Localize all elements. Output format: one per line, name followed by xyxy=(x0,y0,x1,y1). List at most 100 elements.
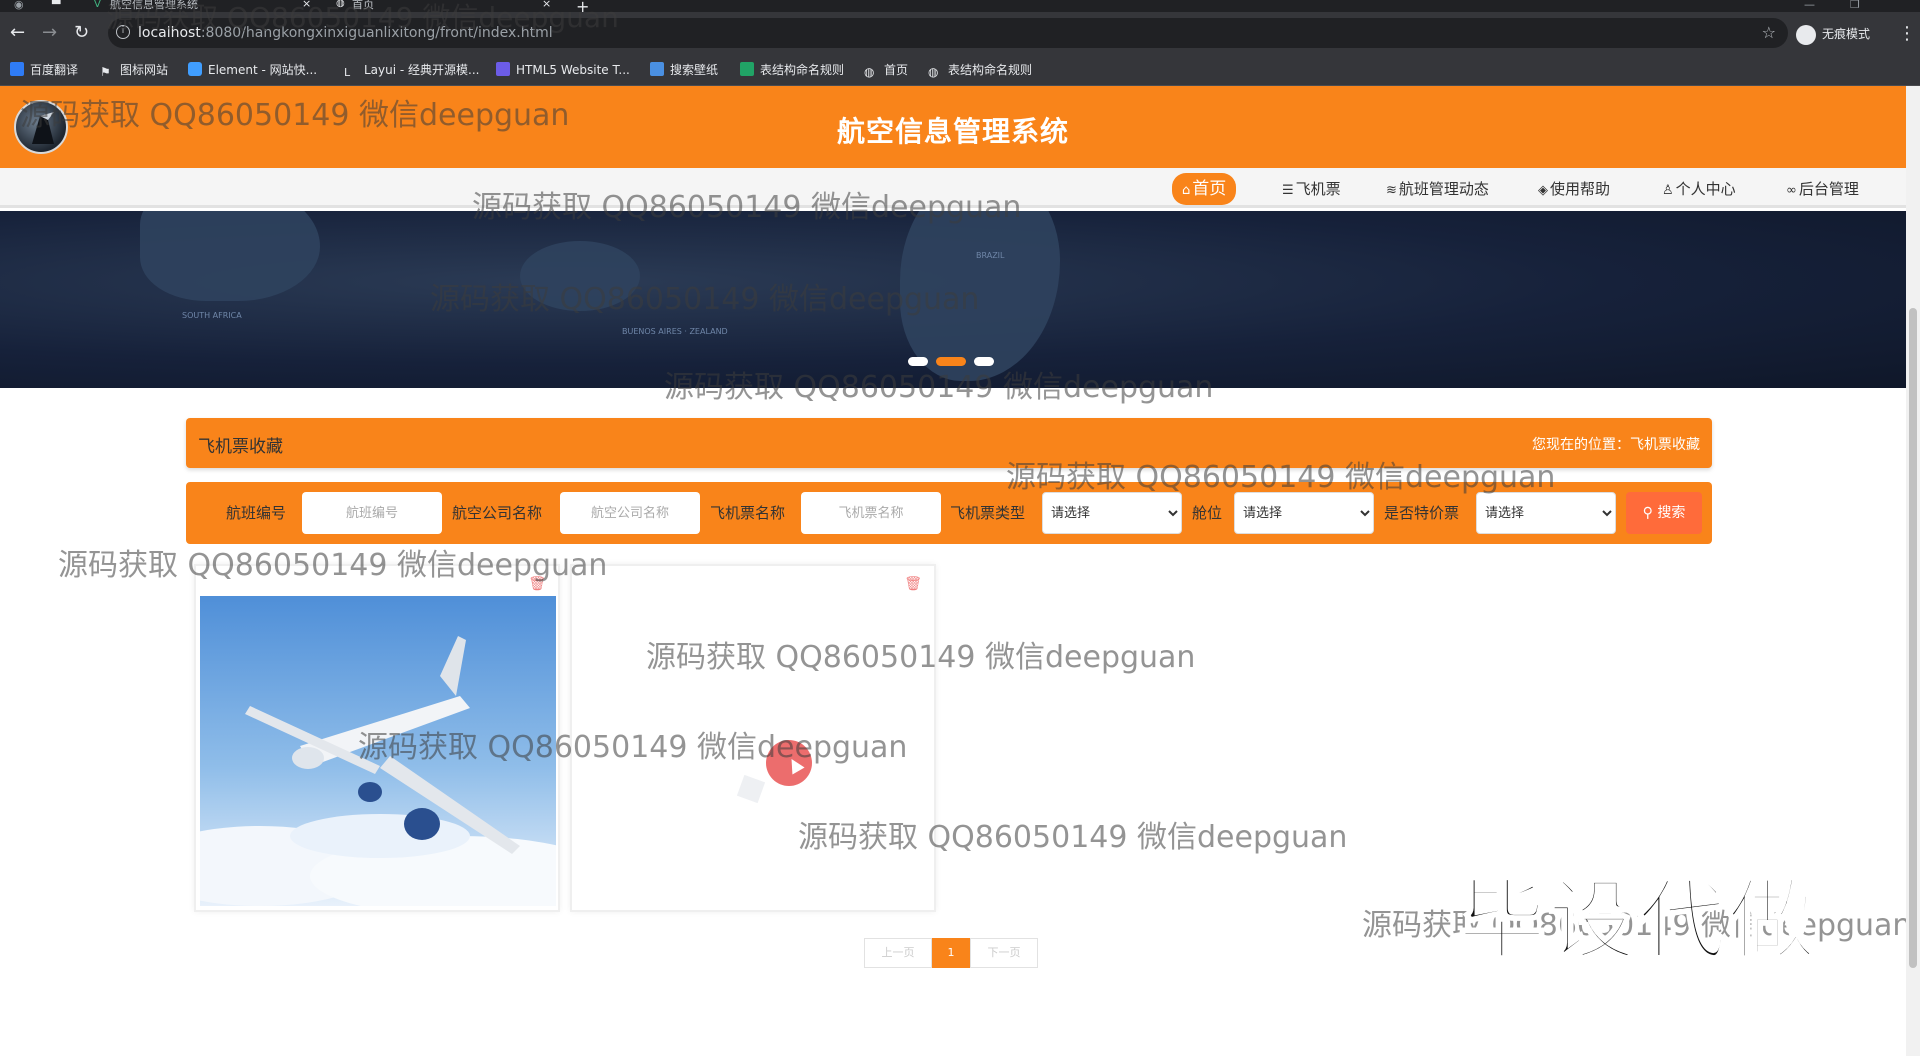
globe-icon: ◍ xyxy=(864,65,875,79)
info-icon[interactable]: i xyxy=(116,25,130,39)
bookmark-item[interactable]: 表结构命名规则 xyxy=(740,62,844,78)
cabin-select[interactable]: 请选择 xyxy=(1234,492,1374,534)
reload-icon[interactable]: ↻ xyxy=(74,24,89,42)
more-menu-icon[interactable]: ⋮ xyxy=(1898,23,1916,44)
link-icon: ∞ xyxy=(1786,183,1797,198)
bookmark-star-icon[interactable]: ☆ xyxy=(1762,23,1776,42)
nav-tickets[interactable]: ☰ 飞机票 xyxy=(1282,177,1341,201)
scrollbar-thumb[interactable] xyxy=(1909,308,1917,968)
flight-no-label: 航班编号 xyxy=(226,504,287,522)
map-city-label: BRAZIL xyxy=(976,251,1005,260)
prev-page-button[interactable]: 上一页 xyxy=(864,938,932,968)
nav-label: 首页 xyxy=(1192,179,1227,199)
user-icon: ♙ xyxy=(1662,183,1674,198)
search-button[interactable]: ⚲ 搜索 xyxy=(1626,492,1702,534)
ticket-type-label: 飞机票类型 xyxy=(950,504,1026,522)
bookmark-label: 表结构命名规则 xyxy=(948,63,1033,77)
carousel-dot[interactable] xyxy=(974,357,994,366)
airline-input[interactable] xyxy=(560,492,700,534)
tab-admin[interactable]: V 航空信息管理系统 × xyxy=(88,0,314,12)
empty-image xyxy=(576,596,932,906)
omnibox[interactable]: i localhost:8080/hangkongxinxiguanlixito… xyxy=(108,18,1788,48)
element-icon xyxy=(188,62,202,76)
tab-label: 航空信息管理系统 xyxy=(110,0,198,11)
map-city-label: BUENOS AIRES · ZEALAND xyxy=(622,327,728,336)
chrome-icon: ◉ xyxy=(14,0,24,11)
ticket-type-select[interactable]: 请选择 xyxy=(1042,492,1182,534)
bookmark-item[interactable]: ◍ 首页 xyxy=(864,62,909,79)
bookmark-item[interactable]: ◍ 表结构命名规则 xyxy=(928,62,1033,79)
address-bar: ← → ↻ i localhost:8080/hangkongxinxiguan… xyxy=(0,12,1920,54)
incognito-profile[interactable]: 无痕模式 xyxy=(1796,23,1870,45)
sliders-icon: ☰ xyxy=(1282,183,1294,198)
bookmark-item[interactable]: ⚑ 图标网站 xyxy=(100,62,169,79)
favorite-card[interactable]: 🗑 xyxy=(570,564,936,912)
maximize-icon[interactable]: ❐ xyxy=(1850,0,1860,11)
favorite-card[interactable]: 🗑 xyxy=(194,564,560,912)
bookmark-label: HTML5 Website T... xyxy=(516,63,630,77)
nav-admin[interactable]: ∞ 后台管理 xyxy=(1786,177,1859,201)
tab-search-icon[interactable]: ▀ xyxy=(52,0,60,11)
bookmark-item[interactable]: HTML5 Website T... xyxy=(496,62,630,78)
layui-icon: L xyxy=(344,66,351,79)
flight-no-input[interactable] xyxy=(302,492,442,534)
section-header: 飞机票收藏 您现在的位置：飞机票收藏 xyxy=(186,418,1712,468)
bookmark-item[interactable]: 搜索壁纸 xyxy=(650,62,718,78)
tab-home[interactable]: ◍ 首页 × xyxy=(330,0,556,12)
trash-icon[interactable]: 🗑 xyxy=(528,576,546,592)
flag-icon: ⚑ xyxy=(100,65,111,79)
html5-icon xyxy=(496,62,510,76)
url-host: localhost xyxy=(138,25,201,41)
nav-flight-news[interactable]: ≋ 航班管理动态 xyxy=(1386,177,1489,201)
page-number-button[interactable]: 1 xyxy=(932,938,970,968)
layers-icon: ≋ xyxy=(1386,183,1397,198)
nav-label: 个人中心 xyxy=(1675,180,1736,198)
bookmark-label: 搜索壁纸 xyxy=(670,63,719,77)
web-page: 航空信息管理系统 ⌂ 首页 ☰ 飞机票 ≋ 航班管理动态 ◈ 使用帮助 ♙ 个人中心 ∞ 后… xyxy=(0,86,1906,1056)
site-header: 航空信息管理系统 xyxy=(0,86,1906,168)
main-nav: ⌂ 首页 ☰ 飞机票 ≋ 航班管理动态 ◈ 使用帮助 ♙ 个人中心 ∞ 后台管理 xyxy=(0,168,1906,208)
back-icon[interactable]: ← xyxy=(10,24,25,42)
cabin-label: 舱位 xyxy=(1192,504,1223,522)
carousel-dot-active[interactable] xyxy=(936,357,966,366)
url-text[interactable]: localhost:8080/hangkongxinxiguanlixitong… xyxy=(138,25,553,41)
airline-label: 航空公司名称 xyxy=(452,504,543,522)
nav-label: 使用帮助 xyxy=(1550,180,1611,198)
next-page-button[interactable]: 下一页 xyxy=(970,938,1038,968)
close-icon[interactable]: × xyxy=(542,0,551,9)
forward-icon[interactable]: → xyxy=(42,24,57,42)
globe-icon: ◍ xyxy=(928,65,939,79)
profile-label: 无痕模式 xyxy=(1822,27,1871,41)
close-icon[interactable]: × xyxy=(302,0,311,9)
browser-tab-strip: ◉ ▀ V 航空信息管理系统 × ◍ 首页 × + — ❐ xyxy=(0,0,1920,16)
nav-label: 航班管理动态 xyxy=(1398,180,1489,198)
bookmark-label: 图标网站 xyxy=(120,63,169,77)
bookmark-label: 首页 xyxy=(884,63,909,77)
airplane-photo[interactable] xyxy=(200,596,556,906)
bookmark-label: Layui - 经典开源模... xyxy=(364,63,480,77)
page-scrollbar[interactable] xyxy=(1906,86,1920,1056)
breadcrumb: 您现在的位置：飞机票收藏 xyxy=(1532,437,1700,453)
bookmark-label: 表结构命名规则 xyxy=(760,63,845,77)
promo-stamp: 毕设代做 xyxy=(1456,868,1819,974)
broken-image-icon xyxy=(736,774,766,804)
bookmark-item[interactable]: 百度翻译 xyxy=(10,62,78,78)
bookmark-item[interactable]: L Layui - 经典开源模... xyxy=(344,62,480,79)
ticket-name-input[interactable] xyxy=(801,492,941,534)
bookmark-label: Element - 网站快... xyxy=(208,63,318,77)
bookmarks-bar: 百度翻译 ⚑ 图标网站 Element - 网站快... L Layui - 经典开… xyxy=(0,54,1920,86)
banner-carousel[interactable]: SOUTH AFRICA BUENOS AIRES · ZEALAND BRAZ… xyxy=(0,211,1906,388)
globe-icon: ◍ xyxy=(336,0,345,9)
carousel-dot[interactable] xyxy=(908,357,928,366)
search-icon: ⚲ xyxy=(1642,505,1658,521)
special-price-select[interactable]: 请选择 xyxy=(1476,492,1616,534)
trash-icon[interactable]: 🗑 xyxy=(904,576,922,592)
nav-profile[interactable]: ♙ 个人中心 xyxy=(1662,177,1736,201)
sheet-icon xyxy=(740,62,754,76)
cursor-highlight xyxy=(766,740,812,786)
minimize-icon[interactable]: — xyxy=(1804,0,1815,11)
nav-help[interactable]: ◈ 使用帮助 xyxy=(1538,177,1610,201)
nav-home[interactable]: ⌂ 首页 xyxy=(1172,173,1237,205)
map-landmass xyxy=(520,241,640,311)
bookmark-item[interactable]: Element - 网站快... xyxy=(188,62,317,78)
